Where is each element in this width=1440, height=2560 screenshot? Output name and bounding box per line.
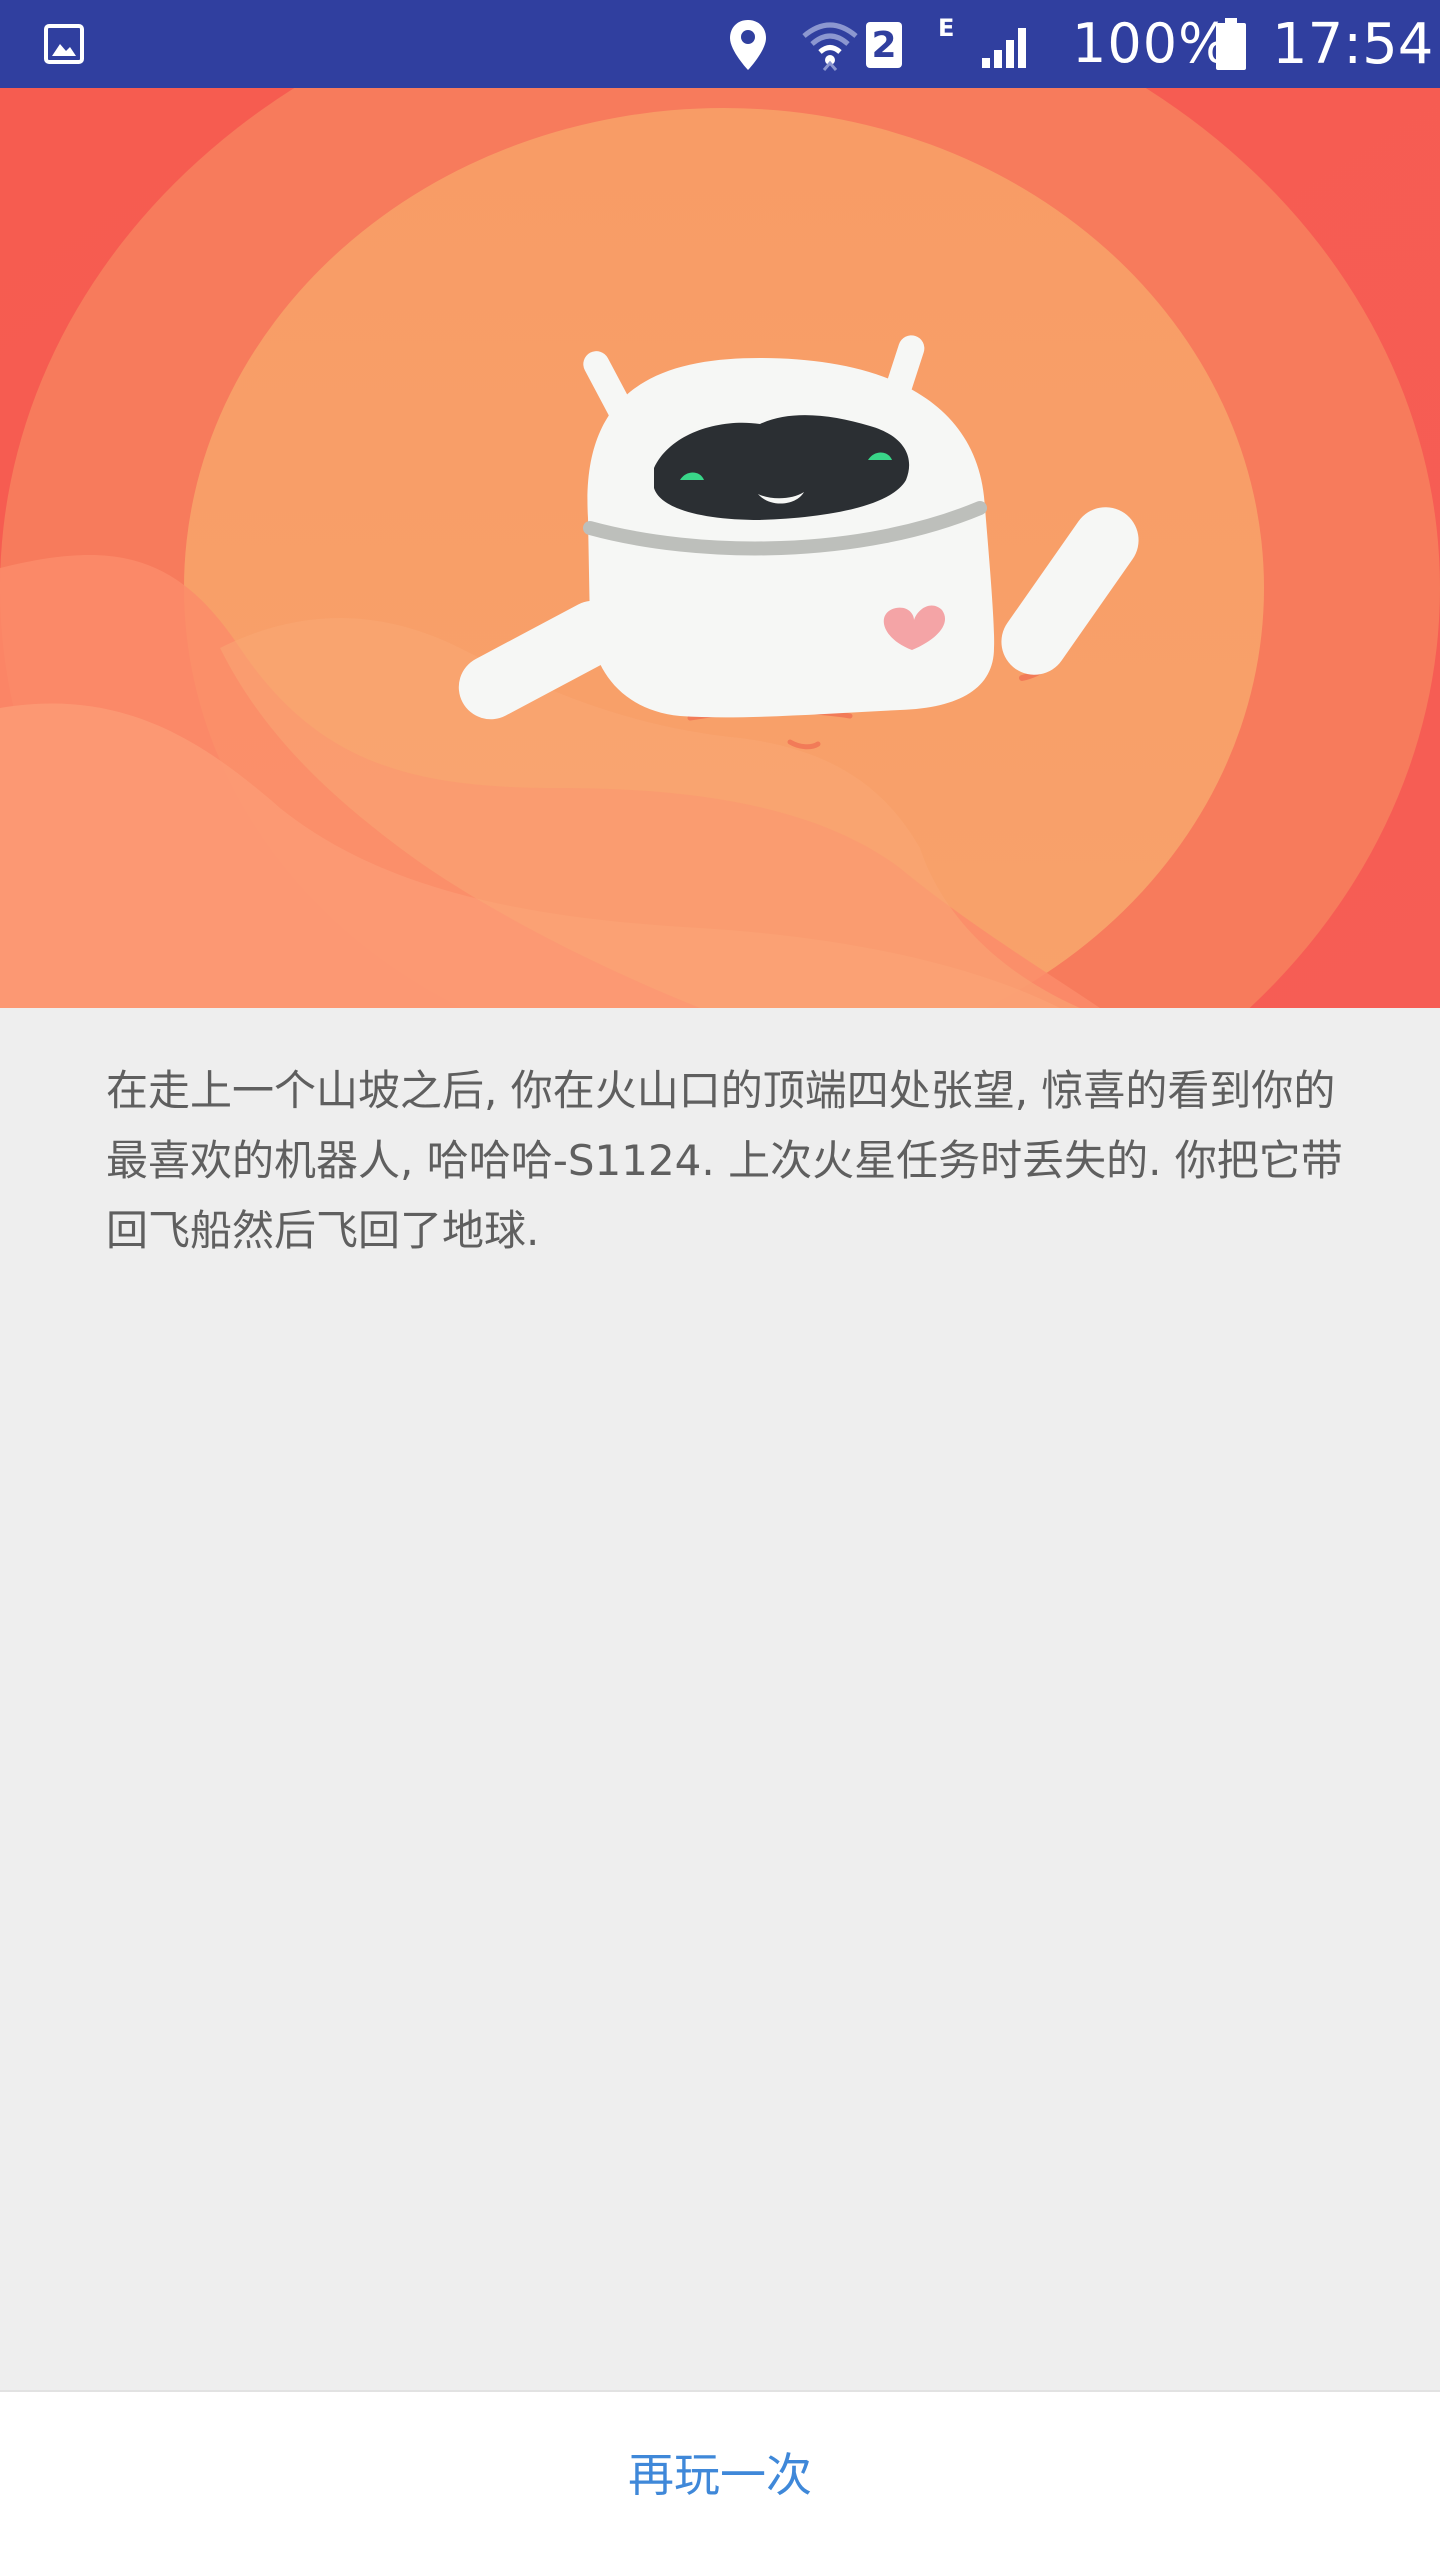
- sim-number: 2: [871, 24, 897, 66]
- location-icon: [730, 20, 766, 70]
- hero-illustration: [0, 88, 1440, 1008]
- wifi-icon: [802, 22, 858, 71]
- bottom-action-bar: 再玩一次: [0, 2390, 1440, 2560]
- network-type-e-icon: E: [938, 14, 955, 42]
- battery-percent: 100%: [1072, 12, 1231, 75]
- story-text: 在走上一个山坡之后, 你在火山口的顶端四处张望, 惊喜的看到你的最喜欢的机器人,…: [106, 1066, 1343, 1255]
- sim-2-icon: 2: [866, 22, 902, 68]
- clock: 17:54: [1272, 12, 1434, 77]
- gallery-icon: [44, 24, 84, 64]
- status-bar: 2 E 100% 17:54: [0, 0, 1440, 88]
- robot-waving-in-crater-illustration: [0, 88, 1440, 1008]
- replay-button[interactable]: 再玩一次: [520, 2412, 920, 2532]
- battery-icon: [1216, 18, 1246, 70]
- signal-icon: [982, 28, 1026, 68]
